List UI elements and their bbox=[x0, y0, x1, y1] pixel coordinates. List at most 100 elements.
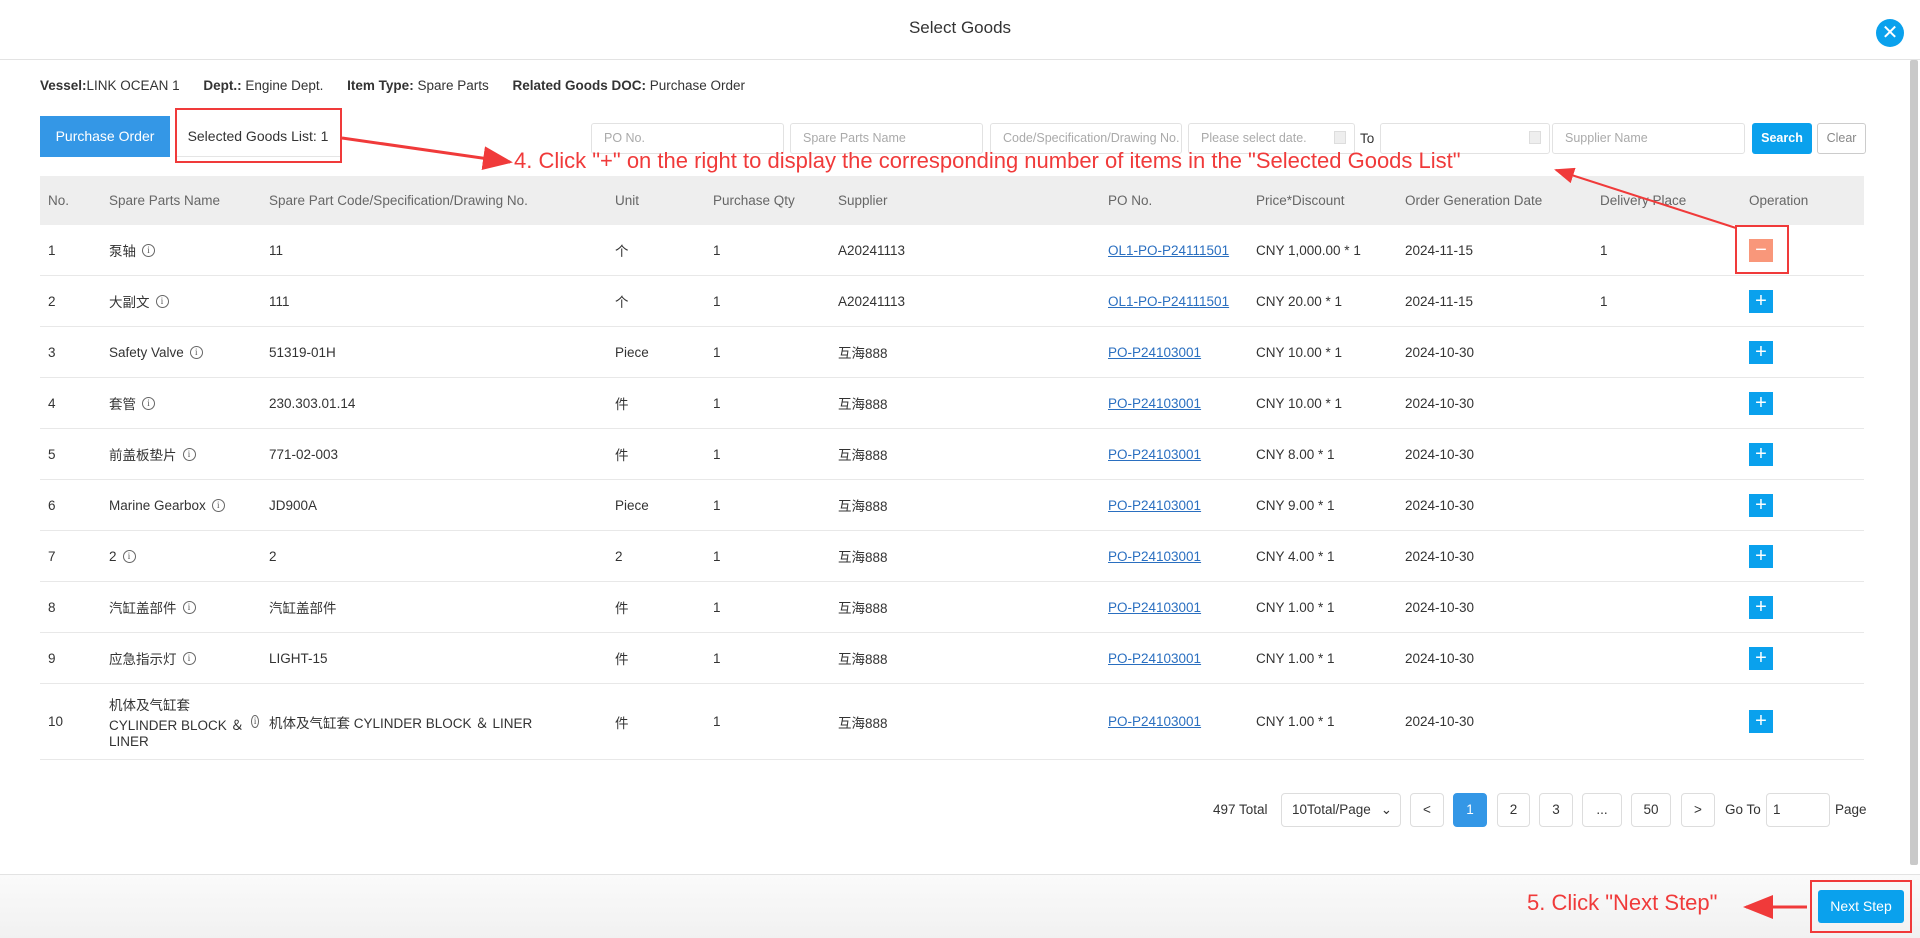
page-size-select[interactable]: 10Total/Page ⌄ bbox=[1281, 793, 1401, 827]
add-button[interactable]: + bbox=[1749, 646, 1773, 670]
po-link[interactable]: PO-P24103001 bbox=[1108, 396, 1201, 411]
table-row: 10 机体及气缸套 CYLINDER BLOCK ＆ LINER i 机体及气缸套 C… bbox=[40, 684, 1864, 760]
supplier-cell: 互海888 bbox=[838, 550, 888, 565]
place-cell bbox=[1600, 684, 1739, 759]
page-button[interactable]: 1 bbox=[1453, 793, 1487, 827]
info-icon[interactable]: i bbox=[251, 715, 259, 728]
add-button[interactable]: + bbox=[1749, 340, 1773, 364]
po-link[interactable]: PO-P24103001 bbox=[1108, 498, 1201, 513]
po-link[interactable]: OL1-PO-P24111501 bbox=[1108, 243, 1229, 258]
spare-part-name: 前盖板垫片 i bbox=[109, 429, 259, 479]
info-icon[interactable]: i bbox=[142, 396, 155, 410]
date-cell: 2024-10-30 bbox=[1405, 650, 1475, 666]
qty-cell: 1 bbox=[713, 344, 721, 360]
scrollbar[interactable] bbox=[1910, 60, 1918, 865]
po-link[interactable]: PO-P24103001 bbox=[1108, 714, 1201, 729]
qty-cell: 1 bbox=[713, 497, 721, 513]
po-link[interactable]: PO-P24103001 bbox=[1108, 600, 1201, 615]
page-button[interactable]: 2 bbox=[1497, 793, 1530, 827]
tab-purchase-order[interactable]: Purchase Order bbox=[40, 116, 170, 157]
column-header: Spare Part Code/Specification/Drawing No… bbox=[269, 193, 528, 208]
spare-part-name: 大副文 i bbox=[109, 276, 259, 326]
table-row: 5 前盖板垫片 i 771-02-003 件 1 互海888 PO-P24103001 CNY … bbox=[40, 429, 1864, 480]
add-button[interactable]: + bbox=[1749, 391, 1773, 415]
page-button[interactable]: ... bbox=[1582, 793, 1622, 827]
price-cell: CNY 1.00 * 1 bbox=[1256, 650, 1335, 666]
info-icon[interactable]: i bbox=[182, 651, 196, 665]
qty-cell: 1 bbox=[713, 548, 721, 564]
plus-icon: + bbox=[1755, 710, 1767, 732]
operation-cell: + bbox=[1749, 633, 1773, 683]
operation-cell: + bbox=[1749, 480, 1773, 530]
operation-cell: + bbox=[1749, 531, 1773, 581]
date-cell: 2024-10-30 bbox=[1405, 395, 1475, 411]
po-cell: PO-P24103001 bbox=[1108, 684, 1201, 759]
qty-cell: 1 bbox=[713, 446, 721, 462]
add-button[interactable]: + bbox=[1749, 289, 1773, 313]
table-header: No. Spare Parts Name Spare Part Code/Speci… bbox=[40, 176, 1864, 225]
page-button[interactable]: 3 bbox=[1539, 793, 1573, 827]
divider bbox=[0, 59, 1920, 60]
page-button[interactable]: 50 bbox=[1631, 793, 1671, 827]
po-link[interactable]: PO-P24103001 bbox=[1108, 345, 1201, 360]
info-icon[interactable]: i bbox=[122, 549, 136, 563]
qty-cell: 1 bbox=[713, 599, 721, 615]
calendar-icon bbox=[1334, 131, 1346, 144]
goto-page-input[interactable]: 1 bbox=[1766, 793, 1830, 827]
annotation-step4: 4. Click "+" on the right to display the… bbox=[514, 148, 1461, 173]
info-icon[interactable]: i bbox=[155, 294, 169, 308]
info-icon[interactable]: i bbox=[189, 345, 203, 359]
supplier-cell: 互海888 bbox=[838, 652, 888, 667]
po-link[interactable]: PO-P24103001 bbox=[1108, 651, 1201, 666]
po-cell: OL1-PO-P24111501 bbox=[1108, 276, 1229, 326]
prev-page-button[interactable]: < bbox=[1410, 793, 1444, 827]
spare-part-name: Marine Gearbox i bbox=[109, 480, 259, 530]
add-button[interactable]: + bbox=[1749, 710, 1773, 733]
info-icon[interactable]: i bbox=[211, 498, 225, 512]
po-link[interactable]: PO-P24103001 bbox=[1108, 549, 1201, 564]
operation-cell: + bbox=[1749, 684, 1773, 759]
po-link[interactable]: PO-P24103001 bbox=[1108, 447, 1201, 462]
column-header: Price*Discount bbox=[1256, 193, 1345, 208]
tab-selected-goods-list[interactable]: Selected Goods List: 1 bbox=[176, 116, 340, 157]
no-cell: 3 bbox=[48, 344, 56, 360]
add-button[interactable]: + bbox=[1749, 442, 1773, 466]
add-button[interactable]: + bbox=[1749, 493, 1773, 517]
close-icon[interactable]: ✕ bbox=[1876, 19, 1904, 47]
code-cell: 机体及气缸套 CYLINDER BLOCK ＆ LINER bbox=[269, 715, 533, 731]
calendar-icon bbox=[1529, 131, 1541, 144]
po-cell: PO-P24103001 bbox=[1108, 531, 1201, 581]
info-icon[interactable]: i bbox=[182, 600, 196, 614]
date-cell: 2024-10-30 bbox=[1405, 548, 1475, 564]
price-cell: CNY 1.00 * 1 bbox=[1256, 714, 1335, 729]
plus-icon: + bbox=[1755, 340, 1767, 363]
price-cell: CNY 20.00 * 1 bbox=[1256, 293, 1343, 309]
add-button[interactable]: + bbox=[1749, 595, 1773, 619]
column-header: Delivery Place bbox=[1600, 193, 1687, 208]
table-row: 8 汽缸盖部件 i 汽缸盖部件 件 1 互海888 PO-P24103001 CNY 1.00 … bbox=[40, 582, 1864, 633]
add-button[interactable]: + bbox=[1749, 544, 1773, 568]
clear-button[interactable]: Clear bbox=[1817, 123, 1866, 154]
column-header: PO No. bbox=[1108, 193, 1153, 208]
next-step-button[interactable]: Next Step bbox=[1818, 890, 1904, 923]
info-icon[interactable]: i bbox=[182, 447, 196, 461]
no-cell: 5 bbox=[48, 446, 56, 462]
qty-cell: 1 bbox=[713, 714, 721, 729]
table-row: 3 Safety Valve i 51319-01H Piece 1 互海888 PO-P24… bbox=[40, 327, 1864, 378]
po-link[interactable]: OL1-PO-P24111501 bbox=[1108, 294, 1229, 309]
table-row: 6 Marine Gearbox i JD900A Piece 1 互海888 PO-P241… bbox=[40, 480, 1864, 531]
column-header: Purchase Qty bbox=[713, 193, 795, 208]
remove-button[interactable]: − bbox=[1749, 238, 1773, 262]
place-cell bbox=[1600, 480, 1739, 530]
info-icon[interactable]: i bbox=[142, 243, 155, 257]
price-cell: CNY 9.00 * 1 bbox=[1256, 497, 1335, 513]
supplier-name-input[interactable]: Supplier Name bbox=[1552, 123, 1745, 154]
qty-cell: 1 bbox=[713, 650, 721, 666]
next-page-button[interactable]: > bbox=[1681, 793, 1715, 827]
column-header: Spare Parts Name bbox=[109, 193, 221, 208]
search-button[interactable]: Search bbox=[1752, 123, 1812, 154]
place-cell bbox=[1600, 531, 1739, 581]
price-cell: CNY 10.00 * 1 bbox=[1256, 395, 1343, 411]
annotation-step5: 5. Click "Next Step" bbox=[1527, 890, 1718, 915]
po-cell: OL1-PO-P24111501 bbox=[1108, 225, 1229, 275]
